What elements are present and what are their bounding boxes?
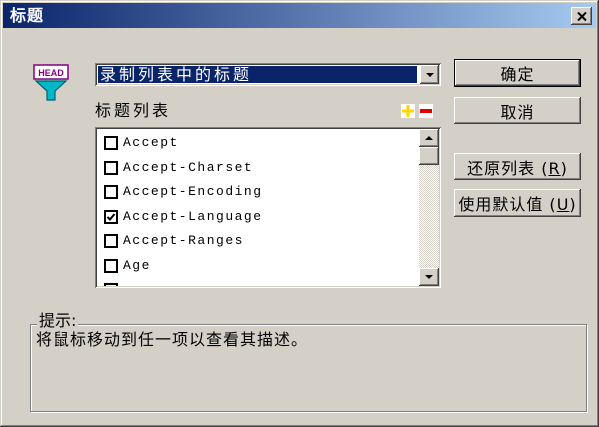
header-icon-label: HEAD (38, 68, 64, 78)
minus-icon (419, 104, 433, 118)
list-item-checkbox[interactable] (104, 160, 118, 175)
list-item[interactable]: Accept-Encoding (97, 180, 419, 205)
list-item-label: Accept (123, 135, 179, 150)
list-item[interactable]: Accept-Ranges (97, 229, 419, 254)
restore-list-hotkey: R (548, 158, 561, 178)
list-item-label: Accept-Language (123, 208, 263, 224)
use-defaults-button[interactable]: 使用默认值 (U) (454, 189, 581, 217)
header-list[interactable]: Accept Accept-Charset Accept-Encoding Accep… (95, 127, 441, 288)
header-source-combo[interactable]: 录制列表中的标题 (95, 63, 441, 86)
list-item[interactable]: Accept-Language (97, 205, 419, 230)
restore-list-text: 还原列表 ( (467, 158, 549, 178)
use-defaults-hotkey: U (556, 195, 570, 214)
scroll-up-button[interactable] (419, 129, 439, 147)
close-icon (576, 11, 587, 21)
combo-selected-value: 录制列表中的标题 (98, 66, 417, 83)
list-item[interactable]: Accept (97, 131, 419, 156)
headers-dialog: 标题 HEAD 录制列表中的标题 标题列表 Accept Accept-Char… (0, 0, 599, 427)
use-defaults-label: 使用默认值 (U) (458, 191, 576, 215)
scroll-down-button[interactable] (419, 268, 439, 286)
cancel-button[interactable]: 取消 (454, 97, 581, 124)
ok-button-label: 确定 (500, 65, 535, 84)
list-item-label: Accept-Charset (123, 159, 254, 175)
list-item[interactable]: Accept-Charset (97, 156, 419, 181)
list-item-label: Age (123, 257, 151, 273)
plus-icon (401, 104, 415, 118)
list-item-checkbox[interactable] (104, 136, 118, 150)
header-list-rows: Accept Accept-Charset Accept-Encoding Accep… (97, 129, 419, 286)
list-item[interactable] (97, 278, 419, 286)
cancel-button-label: 取消 (500, 102, 535, 122)
header-filter-icon: HEAD (33, 64, 69, 101)
remove-header-button[interactable] (419, 103, 433, 118)
add-header-button[interactable] (401, 103, 415, 118)
list-item-checkbox[interactable] (104, 209, 118, 224)
ok-button[interactable]: 确定 (454, 59, 581, 87)
restore-list-label: 还原列表 (R) (467, 155, 568, 179)
hint-label: 提示: (37, 311, 79, 330)
hint-text: 将鼠标移动到任一项以查看其描述。 (36, 330, 309, 349)
use-defaults-text-end: ) (569, 195, 577, 214)
hint-group: 提示: 将鼠标移动到任一项以查看其描述。 (30, 312, 587, 412)
list-item-checkbox[interactable] (104, 258, 118, 273)
restore-list-text-end: ) (560, 158, 568, 178)
close-button[interactable] (571, 7, 592, 25)
chevron-down-icon (425, 72, 434, 77)
arrow-up-icon (425, 136, 433, 140)
checkmark-icon (106, 212, 116, 221)
restore-list-button[interactable]: 还原列表 (R) (454, 153, 581, 180)
title-bar[interactable]: 标题 (3, 3, 596, 28)
arrow-down-icon (425, 275, 433, 279)
use-defaults-text: 使用默认值 ( (458, 195, 557, 214)
vertical-scrollbar[interactable] (419, 129, 439, 286)
header-list-label: 标题列表 (95, 101, 172, 120)
list-item-checkbox[interactable] (104, 185, 118, 199)
scroll-thumb[interactable] (419, 147, 439, 165)
list-item-label: Accept-Ranges (123, 233, 244, 248)
window-title: 标题 (10, 6, 45, 25)
list-item-checkbox[interactable] (104, 234, 118, 248)
list-item-label: Accept-Encoding (123, 184, 263, 199)
list-item-checkbox[interactable] (104, 283, 118, 286)
combo-dropdown-button[interactable] (420, 65, 439, 84)
list-item[interactable]: Age (97, 254, 419, 279)
